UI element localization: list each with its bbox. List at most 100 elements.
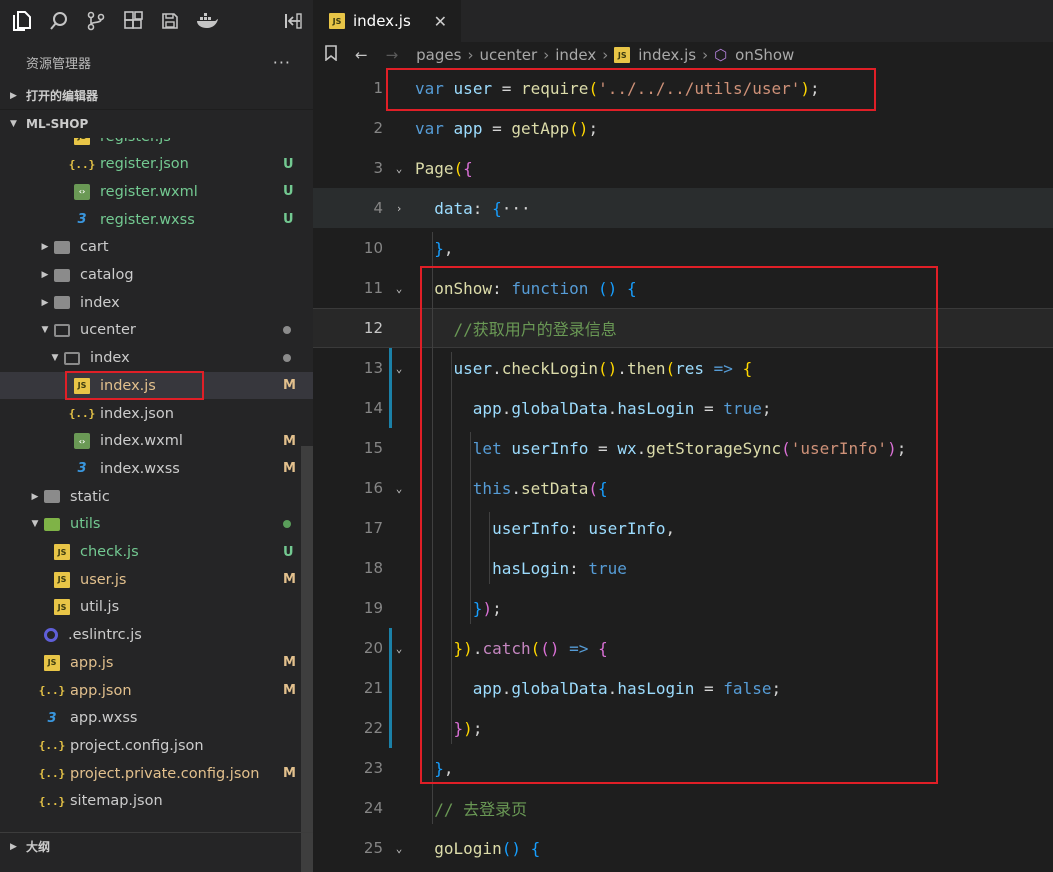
fold-chevron-down-icon[interactable]: ⌄: [383, 362, 415, 375]
line-number: 10: [363, 239, 383, 257]
tree-item[interactable]: {..} project.config.json: [0, 732, 313, 759]
tree-item[interactable]: JS register.js: [0, 138, 313, 150]
folder-icon: [44, 517, 60, 531]
code-line[interactable]: 3 ⌄ Page({: [313, 148, 1053, 188]
project-section[interactable]: ▼ ML-SHOP: [0, 110, 313, 138]
chevron-right-icon: ▶: [31, 491, 39, 502]
code-line[interactable]: 4 › data: {···: [313, 188, 1053, 228]
tree-item[interactable]: ‹› index.wxml M: [0, 428, 313, 455]
code-line[interactable]: 24 // 去登录页: [313, 788, 1053, 828]
fold-chevron-right-icon[interactable]: ›: [383, 202, 415, 215]
tree-item[interactable]: {..} project.private.config.json M: [0, 760, 313, 787]
tree-item[interactable]: .eslintrc.js: [0, 622, 313, 649]
breadcrumb-item[interactable]: index: [555, 46, 596, 64]
more-actions-icon[interactable]: ···: [273, 53, 291, 72]
docker-icon[interactable]: [195, 9, 219, 33]
forward-arrow-icon[interactable]: →: [386, 46, 399, 64]
line-number: 16: [363, 479, 383, 497]
chevron-right-icon: ›: [702, 46, 709, 64]
tree-item[interactable]: JS app.js M: [0, 649, 313, 676]
tab-index-js[interactable]: JS index.js ✕: [313, 0, 461, 42]
tree-item[interactable]: {..} register.json U: [0, 151, 313, 178]
code-line[interactable]: 25 ⌄ goLogin() {: [313, 828, 1053, 868]
line-number: 1: [373, 79, 383, 97]
chevron-right-icon: ▶: [41, 297, 49, 308]
tree-item[interactable]: JS user.js M: [0, 566, 313, 593]
activity-bar: [0, 0, 313, 42]
fold-chevron-down-icon[interactable]: ⌄: [383, 642, 415, 655]
tree-item-label: index: [80, 294, 120, 311]
source-control-icon[interactable]: [84, 9, 108, 33]
highlight-box: [420, 266, 938, 784]
open-editors-section[interactable]: ▶ 打开的编辑器: [0, 82, 313, 110]
line-number: 13: [363, 359, 383, 377]
tree-item[interactable]: {..} app.json M: [0, 677, 313, 704]
line-number: 19: [363, 599, 383, 617]
method-icon: ⬡: [714, 46, 728, 64]
tree-item[interactable]: ▶ static: [0, 483, 313, 510]
code-text: goLogin() {: [434, 838, 541, 858]
tree-item[interactable]: {..} index.json: [0, 400, 313, 427]
close-tab-icon[interactable]: ✕: [434, 12, 447, 31]
js-file-icon: JS: [54, 571, 70, 588]
tree-item-label: cart: [80, 239, 109, 256]
tree-item-label: register.json: [100, 156, 189, 173]
breadcrumb-item[interactable]: index.js: [638, 46, 696, 64]
tree-item[interactable]: ▶ cart: [0, 234, 313, 261]
tree-item-label: util.js: [80, 599, 120, 616]
breadcrumb-item[interactable]: ucenter: [479, 46, 537, 64]
line-number: 25: [363, 839, 383, 857]
json-file-icon: {..}: [68, 407, 96, 420]
tree-item[interactable]: 3 index.wxss M: [0, 455, 313, 482]
fold-chevron-down-icon[interactable]: ⌄: [383, 842, 415, 855]
code-line[interactable]: 10 },: [313, 228, 1053, 268]
js-file-icon: JS: [74, 138, 90, 145]
fold-chevron-down-icon[interactable]: ⌄: [383, 162, 415, 175]
line-number: 23: [363, 759, 383, 777]
tree-item[interactable]: ‹› register.wxml U: [0, 178, 313, 205]
tree-item-label: register.wxml: [100, 183, 198, 200]
breadcrumb-item[interactable]: onShow: [735, 46, 794, 64]
chevron-down-icon: ▼: [10, 119, 17, 129]
tree-item[interactable]: ▼ index: [0, 345, 313, 372]
chevron-right-icon: ›: [543, 46, 550, 64]
files-icon[interactable]: [10, 9, 34, 33]
explorer-header: 资源管理器 ···: [0, 42, 313, 82]
tree-item[interactable]: ▶ index: [0, 289, 313, 316]
folder-icon: [44, 490, 60, 504]
outline-section[interactable]: ▶ 大纲: [0, 832, 313, 860]
fold-chevron-down-icon[interactable]: ⌄: [383, 482, 415, 495]
json-file-icon: {..}: [38, 739, 66, 753]
gutter-modified-marker: [389, 348, 392, 428]
extensions-icon[interactable]: [121, 9, 145, 33]
tree-item[interactable]: ▼ ucenter: [0, 317, 313, 344]
line-number: 4: [373, 199, 383, 217]
tree-item[interactable]: ▼ utils: [0, 511, 313, 538]
git-status-badge: U: [283, 156, 294, 172]
breadcrumb-item[interactable]: pages: [416, 46, 461, 64]
collapse-panel-icon[interactable]: [281, 9, 305, 33]
tree-item[interactable]: JS util.js: [0, 594, 313, 621]
fold-chevron-down-icon[interactable]: ⌄: [383, 282, 415, 295]
search-icon[interactable]: [47, 9, 71, 33]
tree-item[interactable]: {..} sitemap.json: [0, 788, 313, 815]
highlight-box: [386, 68, 876, 111]
code-editor[interactable]: 1 var user = require('../../../utils/user…: [313, 68, 1053, 872]
bookmark-icon[interactable]: [325, 45, 337, 65]
save-icon[interactable]: [158, 9, 182, 33]
open-editors-label: 打开的编辑器: [26, 89, 99, 103]
js-file-icon: JS: [54, 599, 70, 616]
code-line[interactable]: 2 var app = getApp();: [313, 108, 1053, 148]
outline-label: 大纲: [26, 840, 51, 854]
tree-item[interactable]: 3 register.wxss U: [0, 206, 313, 233]
line-number: 3: [373, 159, 383, 177]
highlight-box: [65, 371, 204, 401]
line-number: 24: [363, 799, 383, 817]
folder-open-icon: [54, 323, 70, 337]
tree-item[interactable]: 3 app.wxss: [0, 705, 313, 732]
tree-item[interactable]: ▶ catalog: [0, 262, 313, 289]
tree-scrollbar[interactable]: [301, 446, 313, 872]
back-arrow-icon[interactable]: ←: [355, 46, 368, 64]
tree-item[interactable]: JS check.js U: [0, 539, 313, 566]
tree-item-label: sitemap.json: [70, 793, 163, 810]
